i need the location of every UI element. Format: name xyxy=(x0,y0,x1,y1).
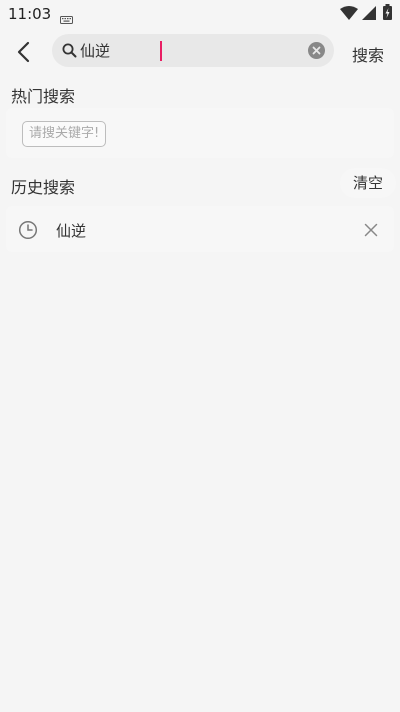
search-input[interactable] xyxy=(80,39,300,61)
chevron-left-icon xyxy=(17,41,30,63)
clear-history-button[interactable]: 清空 xyxy=(340,168,396,198)
search-icon xyxy=(62,43,77,62)
search-button[interactable]: 搜索 xyxy=(352,42,384,66)
text-cursor xyxy=(160,41,162,61)
hot-search-card: 请搜关键字! xyxy=(6,108,394,158)
signal-icon xyxy=(362,5,376,24)
history-item-text: 仙逆 xyxy=(56,222,87,240)
status-bar: 11:03 xyxy=(0,0,400,28)
close-circle-icon xyxy=(308,42,325,59)
close-icon[interactable] xyxy=(364,222,378,237)
clock-icon xyxy=(18,220,38,244)
search-box[interactable] xyxy=(52,34,334,67)
keyboard-icon xyxy=(60,9,73,28)
history-item[interactable]: 仙逆 xyxy=(6,206,394,252)
hot-keyword-chip[interactable]: 请搜关键字! xyxy=(22,121,107,147)
battery-icon xyxy=(383,4,392,24)
wifi-icon xyxy=(340,5,358,24)
history-title: 历史搜索 xyxy=(11,178,76,197)
search-header: 搜索 xyxy=(0,28,400,74)
clear-search-button[interactable] xyxy=(308,42,325,59)
status-time: 11:03 xyxy=(8,5,52,23)
hot-search-title: 热门搜索 xyxy=(11,87,76,106)
back-button[interactable] xyxy=(10,38,38,66)
